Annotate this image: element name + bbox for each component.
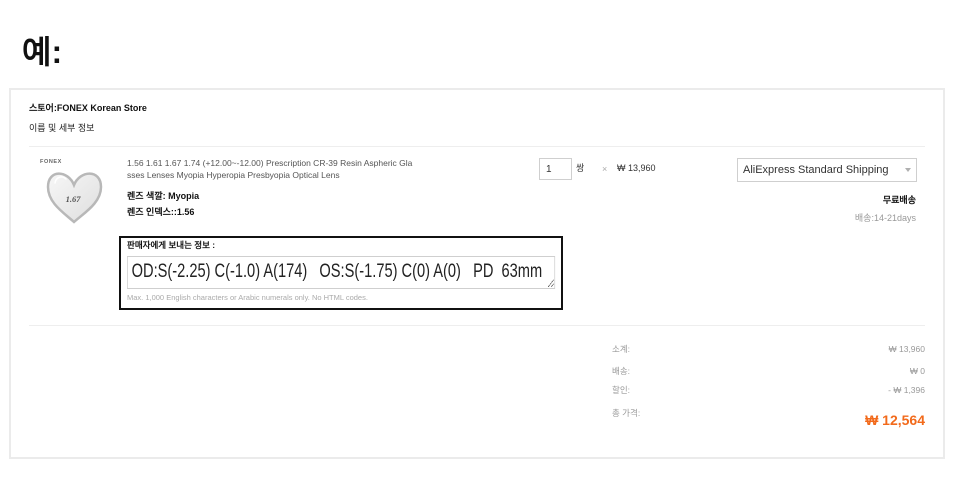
subtotal-value: ₩ 13,960 (888, 344, 925, 354)
multiply-sign: × (602, 164, 608, 174)
store-name-link[interactable]: FONEX Korean Store (57, 103, 147, 113)
unit-price: ₩ 13,960 (617, 163, 656, 173)
seller-message-hint: Max. 1,000 English characters or Arabic … (127, 293, 368, 302)
order-item-panel: 스토어:FONEX Korean Store 이름 및 세부 정보 FONEX … (9, 88, 945, 459)
product-title-link[interactable]: 1.56 1.61 1.67 1.74 (+12.00~-12.00) Pres… (127, 157, 412, 181)
shipping-method-dropdown[interactable]: AliExpress Standard Shipping (737, 158, 917, 182)
shipping-fee-value: ₩ 0 (909, 366, 925, 376)
quantity-unit: 쌍 (576, 163, 585, 173)
discount-value: - ₩ 1,396 (888, 385, 925, 395)
quantity-input[interactable] (539, 158, 572, 180)
product-image-index: 1.67 (66, 194, 82, 204)
seller-message-textarea[interactable]: OD:S(-2.25) C(-1.0) A(174) OS:S(-1.75) C… (127, 256, 556, 289)
store-label: 스토어: (29, 103, 57, 113)
divider-top (29, 146, 925, 147)
divider-bottom (29, 325, 925, 326)
delivery-time: 배송:14-21days (854, 213, 916, 223)
discount-label: 할인: (612, 385, 631, 395)
section-title: 이름 및 세부 정보 (29, 123, 95, 133)
seller-message-label: 판매자에게 보내는 정보 : (127, 240, 216, 250)
store-line: 스토어:FONEX Korean Store (29, 102, 147, 114)
caret-down-icon (905, 168, 911, 172)
total-label: 총 가격: (612, 408, 641, 418)
subtotal-label: 소계: (612, 344, 631, 354)
lens-index-property: 렌즈 인덱스::1.56 (127, 207, 195, 217)
lens-color-property: 렌즈 색깔: Myopia (127, 191, 200, 201)
product-image-brand: FONEX (40, 159, 62, 165)
product-title-line: sses Lenses Myopia Hyperopia Presbyopia … (127, 170, 340, 180)
shipping-cost: 무료배송 (882, 195, 916, 205)
shipping-fee-label: 배송: (612, 366, 631, 376)
example-label: 예: (22, 34, 63, 70)
total-value: ₩ 12,564 (865, 412, 925, 428)
product-title-line: 1.56 1.61 1.67 1.74 (+12.00~-12.00) Pres… (127, 158, 413, 168)
seller-message-highlight: 판매자에게 보내는 정보 : OD:S(-2.25) C(-1.0) A(174… (119, 236, 563, 310)
product-image[interactable]: FONEX 1.67 (38, 155, 110, 227)
shipping-method-selected: AliExpress Standard Shipping (743, 164, 889, 176)
